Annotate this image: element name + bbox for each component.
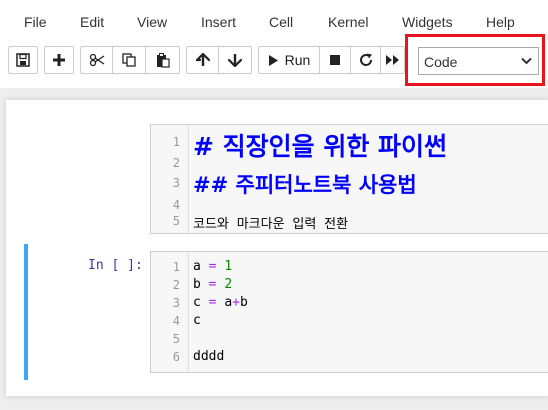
- line-number: 4: [172, 314, 180, 328]
- line-number: 3: [172, 296, 180, 310]
- paste-icon: [156, 52, 170, 68]
- input-prompt: In [ ]:: [88, 258, 143, 273]
- copy-icon: [122, 53, 136, 67]
- code-line: a = 1: [193, 259, 232, 274]
- code-line: # 직장인을 위한 파이썬: [193, 132, 448, 161]
- menu-help[interactable]: Help: [486, 14, 515, 30]
- refresh-icon: [359, 53, 372, 66]
- code-token: 1: [224, 259, 233, 274]
- menu-view[interactable]: View: [137, 14, 167, 30]
- interrupt-button[interactable]: [320, 46, 351, 74]
- line-number: 2: [172, 278, 180, 292]
- run-button[interactable]: Run: [258, 46, 320, 74]
- code-line: 코드와 마크다운 입력 전환: [193, 217, 349, 232]
- restart-kernel-button[interactable]: [351, 46, 381, 74]
- paste-button[interactable]: [146, 46, 180, 74]
- code-token: =: [208, 259, 217, 274]
- line-number: 1: [172, 260, 180, 274]
- code-token: c: [193, 295, 201, 310]
- cut-icon: [89, 53, 104, 67]
- menu-cell[interactable]: Cell: [269, 14, 293, 30]
- code-token: b: [193, 277, 201, 292]
- code-line: c = a+b: [193, 295, 248, 310]
- run-button-label: Run: [284, 52, 311, 68]
- line-number: 1: [172, 135, 180, 149]
- code-cell-editor[interactable]: 1 2 3 4 5 6 a = 1 b = 2 c = a+b c dddd: [150, 251, 548, 373]
- insert-cell-button[interactable]: [44, 46, 74, 74]
- stop-icon: [330, 55, 340, 65]
- selected-cell-indicator: [24, 244, 28, 380]
- fast-forward-icon: [385, 55, 399, 65]
- code-token: a: [224, 295, 233, 310]
- code-line: b = 2: [193, 277, 232, 292]
- line-number: 3: [172, 176, 180, 190]
- code-line: dddd: [193, 349, 225, 364]
- menu-insert[interactable]: Insert: [201, 14, 236, 30]
- menu-file[interactable]: File: [24, 14, 47, 30]
- plus-icon: [53, 54, 65, 66]
- run-all-button[interactable]: [381, 46, 405, 74]
- code-token: a: [193, 259, 201, 274]
- code-line: c: [193, 313, 201, 328]
- move-down-button[interactable]: [219, 46, 252, 74]
- code-token: b: [239, 295, 248, 310]
- line-number-gutter: 1 2 3 4 5 6: [151, 252, 189, 372]
- code-line: ## 주피터노트북 사용법: [193, 173, 417, 197]
- highlight-box: [405, 34, 545, 86]
- code-token: +: [232, 295, 240, 310]
- markdown-cell-editor[interactable]: 1 2 3 4 5 # 직장인을 위한 파이썬 ## 주피터노트북 사용법 코드…: [150, 124, 548, 234]
- menu-edit[interactable]: Edit: [80, 14, 104, 30]
- save-icon: [16, 53, 30, 67]
- arrow-down-icon: [228, 54, 242, 67]
- arrow-up-icon: [195, 53, 210, 66]
- code-token: =: [208, 277, 217, 292]
- code-token: 2: [224, 277, 233, 292]
- move-up-button[interactable]: [186, 46, 219, 74]
- line-number-gutter: 1 2 3 4 5: [151, 125, 189, 233]
- play-icon: [268, 54, 278, 66]
- cut-button[interactable]: [80, 46, 113, 74]
- line-number: 5: [172, 214, 180, 228]
- line-number: 2: [172, 156, 180, 170]
- menu-widgets[interactable]: Widgets: [402, 14, 453, 30]
- copy-button[interactable]: [113, 46, 146, 74]
- line-number: 5: [172, 332, 180, 346]
- line-number: 4: [172, 198, 180, 212]
- menu-kernel[interactable]: Kernel: [328, 14, 368, 30]
- line-number: 6: [172, 350, 180, 364]
- code-token: =: [208, 295, 217, 310]
- save-button[interactable]: [8, 46, 38, 74]
